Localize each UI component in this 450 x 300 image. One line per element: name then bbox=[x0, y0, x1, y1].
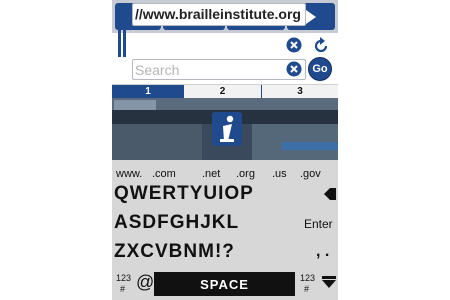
clear-search-icon[interactable] bbox=[286, 61, 302, 77]
tab-bar: 1 2 3 bbox=[112, 84, 338, 99]
key-row-3[interactable]: ZXCVBNM!? bbox=[114, 241, 235, 263]
key-org[interactable]: .org bbox=[236, 168, 255, 180]
numbers-key-right-hash: # bbox=[304, 284, 310, 294]
key-us[interactable]: .us bbox=[272, 168, 287, 180]
url-text: //www.brailleinstitute.org bbox=[135, 6, 301, 22]
onscreen-keyboard: www. .com .net .org .us .gov QWERTYUIOP … bbox=[112, 160, 338, 300]
page-preview[interactable] bbox=[112, 98, 338, 160]
enter-key[interactable]: Enter bbox=[304, 217, 333, 231]
go-button[interactable]: Go bbox=[308, 57, 332, 81]
at-key[interactable]: @ bbox=[136, 272, 154, 293]
reload-icon[interactable] bbox=[312, 37, 330, 55]
hide-keyboard-icon[interactable] bbox=[322, 276, 336, 288]
tab-1[interactable]: 1 bbox=[112, 85, 184, 99]
numbers-key-hash: # bbox=[120, 284, 126, 294]
search-input[interactable] bbox=[133, 60, 285, 79]
space-key[interactable]: SPACE bbox=[154, 272, 295, 296]
key-row-2[interactable]: ASDFGHJKL bbox=[114, 212, 239, 234]
browser-app: //www.brailleinstitute.org Go 1 2 3 bbox=[112, 0, 338, 300]
key-com[interactable]: .com bbox=[152, 168, 176, 180]
key-row-1[interactable]: QWERTYUIOP bbox=[114, 183, 254, 205]
numbers-key-label[interactable]: 123 bbox=[116, 273, 131, 283]
grip-icon bbox=[118, 3, 126, 57]
tab-3[interactable]: 3 bbox=[262, 85, 338, 99]
clear-url-icon[interactable] bbox=[286, 37, 302, 53]
key-gov[interactable]: .gov bbox=[300, 168, 321, 180]
braille-logo-icon bbox=[212, 112, 242, 146]
tab-2[interactable]: 2 bbox=[184, 85, 262, 99]
punct-keys[interactable]: , . bbox=[316, 243, 329, 261]
numbers-key-right-label[interactable]: 123 bbox=[300, 273, 315, 283]
key-www[interactable]: www. bbox=[116, 168, 142, 180]
backspace-icon[interactable] bbox=[324, 187, 336, 201]
key-net[interactable]: .net bbox=[202, 168, 220, 180]
search-field bbox=[132, 59, 306, 80]
url-field[interactable]: //www.brailleinstitute.org bbox=[132, 3, 306, 26]
